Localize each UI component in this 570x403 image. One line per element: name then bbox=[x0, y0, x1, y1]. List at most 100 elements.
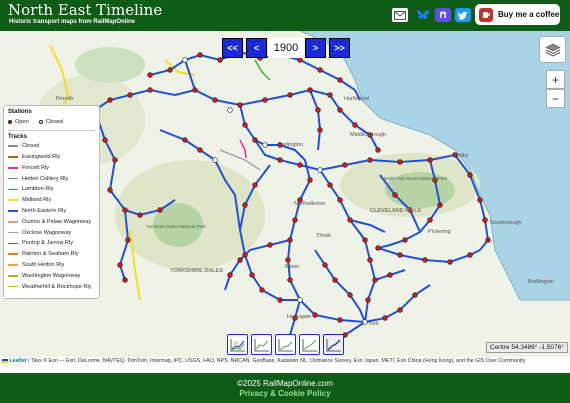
track-color-swatch bbox=[8, 188, 18, 191]
legend-track-item: Lambton Rly bbox=[8, 184, 95, 195]
map-label-north-york-moors: North York Moors National Park bbox=[384, 176, 448, 181]
map-label-whitby: Whitby bbox=[452, 153, 469, 159]
map-label-thirsk: Thirsk bbox=[316, 233, 331, 239]
track-color-swatch bbox=[8, 253, 18, 255]
map-label-penrith: Penrith bbox=[56, 96, 73, 102]
track-color-swatch bbox=[8, 231, 18, 234]
attribution-text: | Tiles © Esri — Esri, DeLorme, NAVTEQ, … bbox=[28, 358, 526, 364]
legend-track-label: South Hetton Rly bbox=[22, 261, 65, 268]
legend-track-label: Ouston & Pelaw Wagonway bbox=[22, 218, 92, 225]
chart-button-2[interactable] bbox=[251, 334, 272, 355]
map-label-harrogate: Harrogate bbox=[287, 314, 311, 320]
legend-track-label: Hetton Colliery Rly bbox=[22, 175, 69, 182]
coffee-cup-icon bbox=[479, 7, 493, 22]
layers-control-button[interactable] bbox=[539, 36, 566, 63]
legend-track-label: Easingwold Rly bbox=[22, 153, 61, 160]
legend-track-item: Washington Wagonway bbox=[8, 270, 95, 281]
map-label-pickering: Pickering bbox=[428, 229, 451, 235]
legend-track-item: South Hetton Rly bbox=[8, 260, 95, 271]
map-label-yorkshire-dales-np: Yorkshire Dales National Park bbox=[146, 224, 206, 229]
legend-track-item: Pontop & Jarrow Rly bbox=[8, 238, 95, 249]
legend-track-label: Forcett Rly bbox=[22, 164, 50, 171]
line-chart-icon bbox=[254, 338, 269, 351]
legend-track-label: Washington Wagonway bbox=[22, 272, 81, 279]
track-color-swatch bbox=[8, 156, 18, 158]
legend-track-label: Weatherhill & Rockhope Rly bbox=[22, 283, 92, 290]
legend-track-item: Closed bbox=[8, 141, 95, 152]
legend-track-label: Rainton & Seaham Rly bbox=[22, 251, 79, 258]
legend-tracks-heading: Tracks bbox=[8, 133, 28, 140]
line-chart-icon-4 bbox=[326, 338, 341, 351]
legend-stations-heading: Stations bbox=[8, 109, 32, 115]
map-legend: Stations Open Closed Tracks Closed Easing… bbox=[3, 105, 100, 299]
legend-track-label: Lambton Rly bbox=[22, 186, 54, 193]
mastodon-icon[interactable] bbox=[435, 8, 451, 22]
track-color-swatch bbox=[8, 145, 18, 147]
site-subtitle: Historic transport maps from RailMapOnli… bbox=[9, 19, 136, 25]
track-color-swatch bbox=[8, 264, 18, 266]
privacy-link[interactable]: Privacy & Cookie Policy bbox=[0, 388, 570, 398]
legend-track-label: Pontop & Jarrow Rly bbox=[22, 240, 73, 247]
zoom-in-button[interactable]: + bbox=[546, 70, 565, 89]
map-label-scarborough: Scarborough bbox=[490, 220, 522, 226]
track-color-swatch bbox=[8, 275, 18, 277]
map-label-york: York bbox=[368, 321, 379, 327]
zoom-out-button[interactable]: − bbox=[546, 89, 565, 108]
track-color-swatch bbox=[8, 199, 18, 201]
leaflet-link[interactable]: Leaflet bbox=[9, 358, 26, 364]
legend-track-item: Easingwold Rly bbox=[8, 152, 95, 163]
map-label-ripon: Ripon bbox=[285, 264, 299, 270]
legend-track-label: Midland Rly bbox=[22, 197, 52, 204]
closed-station-icon bbox=[38, 120, 43, 125]
track-color-swatch bbox=[8, 242, 18, 245]
legend-station-closed: Closed bbox=[38, 119, 63, 125]
year-display: 1900 bbox=[268, 38, 304, 58]
legend-track-item: Oxclose Wagonway bbox=[8, 227, 95, 238]
chart-button-5[interactable] bbox=[323, 334, 344, 355]
open-station-icon bbox=[8, 120, 12, 125]
next-year-button[interactable]: > bbox=[305, 38, 326, 58]
twitter-icon[interactable] bbox=[455, 8, 471, 22]
legend-track-item: North Eastern Rly bbox=[8, 206, 95, 217]
site-title: North East Timeline bbox=[8, 1, 163, 19]
legend-station-open: Open bbox=[8, 119, 29, 125]
legend-track-item: Rainton & Seaham Rly bbox=[8, 249, 95, 260]
track-color-swatch bbox=[8, 167, 18, 169]
track-color-swatch bbox=[8, 210, 18, 212]
map-label-cleveland-hills: CLEVELAND HILLS bbox=[370, 208, 421, 214]
chart-button-3[interactable] bbox=[275, 334, 296, 355]
last-year-button[interactable]: >> bbox=[329, 38, 350, 58]
footer-copyright: ©2025 RailMapOnline.com bbox=[237, 379, 333, 388]
legend-track-label: Closed bbox=[22, 143, 40, 150]
legend-track-label: Oxclose Wagonway bbox=[22, 229, 72, 236]
bluesky-icon[interactable] bbox=[415, 8, 431, 22]
map-label-yorkshire-dales: YORKSHIRE DALES bbox=[170, 268, 223, 274]
map-label-darlington: Darlington bbox=[278, 142, 303, 148]
email-icon[interactable] bbox=[392, 8, 408, 22]
legend-track-item: Hetton Colliery Rly bbox=[8, 173, 95, 184]
layers-icon bbox=[544, 43, 561, 57]
first-year-button[interactable]: << bbox=[222, 38, 243, 58]
legend-track-item: Ouston & Pelaw Wagonway bbox=[8, 216, 95, 227]
legend-track-label: North Eastern Rly bbox=[22, 207, 67, 214]
map-centre-readout: Centre 54.3486° -1.5076° bbox=[486, 342, 568, 353]
previous-year-button[interactable]: < bbox=[246, 38, 267, 58]
track-color-swatch bbox=[8, 285, 18, 288]
line-chart-icon-2 bbox=[278, 338, 293, 351]
chart-button-4[interactable] bbox=[299, 334, 320, 355]
coffee-label: Buy me a coffee bbox=[498, 10, 560, 19]
legend-track-item: Midland Rly bbox=[8, 195, 95, 206]
legend-track-item: Forcett Rly bbox=[8, 162, 95, 173]
legend-track-item: Weatherhill & Rockhope Rly bbox=[8, 281, 95, 292]
line-chart-icon-3 bbox=[302, 338, 317, 351]
leaflet-flag-icon bbox=[2, 358, 8, 363]
multi-line-chart-icon bbox=[230, 338, 245, 351]
track-color-swatch bbox=[8, 177, 18, 180]
legend-track-list: Closed Easingwold Rly Forcett Rly Hetton Co… bbox=[8, 141, 95, 292]
map-label-hartlepool: Hartlepool bbox=[344, 96, 369, 102]
footer: ©2025 RailMapOnline.com Privacy & Cookie… bbox=[0, 373, 570, 403]
buy-me-a-coffee-button[interactable]: Buy me a coffee bbox=[475, 4, 560, 25]
header-bar: North East Timeline Historic transport m… bbox=[0, 0, 570, 31]
chart-button-1[interactable] bbox=[227, 334, 248, 355]
track-color-swatch bbox=[8, 221, 18, 223]
